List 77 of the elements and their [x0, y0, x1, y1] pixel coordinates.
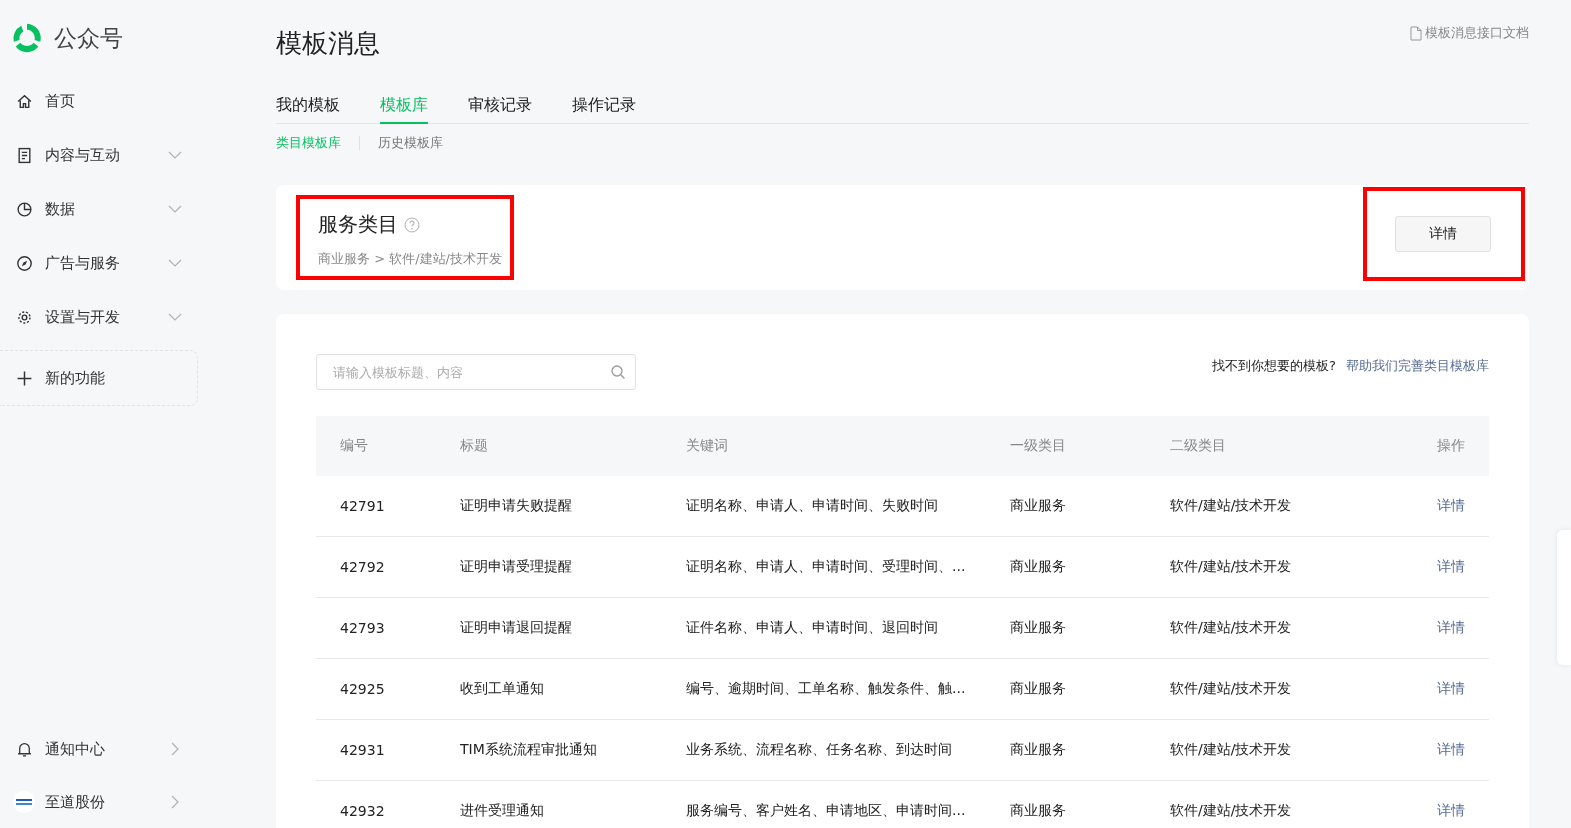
table-cell-text: 软件/建站/技术开发: [1170, 741, 1293, 759]
page-title: 模板消息: [276, 27, 380, 60]
nav-item[interactable]: 首页: [0, 74, 240, 128]
search-field[interactable]: 请输入模板标题、内容: [316, 354, 636, 390]
details-link[interactable]: 详情: [1437, 680, 1465, 698]
nav-item[interactable]: 广告与服务: [0, 236, 240, 290]
details-link[interactable]: 详情: [1437, 497, 1465, 515]
tab[interactable]: 审核记录: [468, 89, 532, 124]
table-cell-text: 42792: [340, 559, 386, 575]
nav-item[interactable]: 至道股份: [0, 776, 240, 828]
table-cell-text: 42931: [340, 742, 386, 758]
subtab[interactable]: 历史模板库: [378, 134, 443, 152]
nav-item[interactable]: 通知中心: [0, 722, 240, 776]
pie-chart-icon: [16, 200, 33, 218]
table-cell-text: 软件/建站/技术开发: [1170, 619, 1293, 637]
chevron-right-icon: [171, 795, 179, 809]
table-cell-text: 42793: [340, 620, 386, 636]
brand-name: 公众号: [54, 23, 123, 53]
category-title: 服务类目: [318, 211, 398, 238]
column-header: 关键词: [686, 437, 729, 455]
help-text: 找不到你想要的模板?: [1212, 357, 1336, 375]
table-cell-text: 软件/建站/技术开发: [1170, 558, 1293, 576]
details-button[interactable]: 详情: [1395, 215, 1491, 252]
help-link[interactable]: 帮助我们完善类目模板库: [1346, 357, 1489, 375]
nav-item[interactable]: 内容与互动: [0, 128, 240, 182]
new-feature-item[interactable]: 新的功能: [0, 350, 198, 406]
details-link[interactable]: 详情: [1437, 802, 1465, 820]
table-cell-text: 商业服务: [1010, 619, 1067, 637]
details-link[interactable]: 详情: [1437, 741, 1465, 759]
table-cell-text: 证件名称、申请人、申请时间、退回时间: [686, 619, 939, 637]
column-header: 操作: [1437, 437, 1465, 455]
table-cell-text: 商业服务: [1010, 558, 1067, 576]
home-icon: [16, 92, 33, 110]
compass-icon: [16, 254, 33, 272]
nav-item[interactable]: 数据: [0, 182, 240, 236]
search-icon[interactable]: [610, 364, 626, 380]
document-icon: [16, 146, 33, 164]
column-header: 一级类目: [1010, 437, 1067, 455]
table-cell-text: 42791: [340, 498, 386, 514]
table-cell-text: 证明申请受理提醒: [460, 558, 573, 576]
table-cell-text: 证明申请退回提醒: [460, 619, 573, 637]
help-icon[interactable]: [404, 216, 420, 233]
table-cell-text: 商业服务: [1010, 802, 1067, 820]
details-link[interactable]: 详情: [1437, 619, 1465, 637]
category-path: 商业服务 > 软件/建站/技术开发: [318, 250, 502, 268]
table-cell-text: 商业服务: [1010, 741, 1067, 759]
table-cell-text: 42925: [340, 681, 386, 697]
table-cell-text: 服务编号、客户姓名、申请地区、申请时间...: [686, 802, 967, 820]
table-cell-text: 收到工单通知: [460, 680, 545, 698]
tab[interactable]: 操作记录: [572, 89, 636, 124]
column-header: 标题: [460, 437, 489, 455]
chevron-right-icon: [171, 742, 179, 756]
table-cell-text: 证明名称、申请人、申请时间、受理时间、...: [686, 558, 967, 576]
bell-icon: [16, 740, 33, 758]
table-cell-text: 42932: [340, 803, 386, 819]
table-cell-text: 软件/建站/技术开发: [1170, 680, 1293, 698]
table-cell-text: TIM系统流程审批通知: [460, 741, 598, 759]
nav-item[interactable]: 设置与开发: [0, 290, 240, 344]
table-cell-text: 软件/建站/技术开发: [1170, 497, 1293, 515]
table-cell-text: 商业服务: [1010, 680, 1067, 698]
plus-icon: [16, 369, 33, 387]
table-cell-text: 软件/建站/技术开发: [1170, 802, 1293, 820]
column-header: 二级类目: [1170, 437, 1227, 455]
avatar-icon: [13, 791, 35, 813]
logo-icon: [10, 21, 44, 55]
tab[interactable]: 我的模板: [276, 89, 340, 124]
gear-icon: [16, 308, 33, 326]
details-link[interactable]: 详情: [1437, 558, 1465, 576]
table-cell-text: 进件受理通知: [460, 802, 545, 820]
table-cell-text: 商业服务: [1010, 497, 1067, 515]
column-header: 编号: [340, 437, 369, 455]
doc-link[interactable]: 模板消息接口文档: [1410, 24, 1529, 42]
document-icon: [1410, 25, 1422, 41]
table-cell-text: 编号、逾期时间、工单名称、触发条件、触...: [686, 680, 967, 698]
table-cell-text: 业务系统、流程名称、任务名称、到达时间: [686, 741, 953, 759]
table-cell-text: 证明名称、申请人、申请时间、失败时间: [686, 497, 939, 515]
table-cell-text: 证明申请失败提醒: [460, 497, 573, 515]
